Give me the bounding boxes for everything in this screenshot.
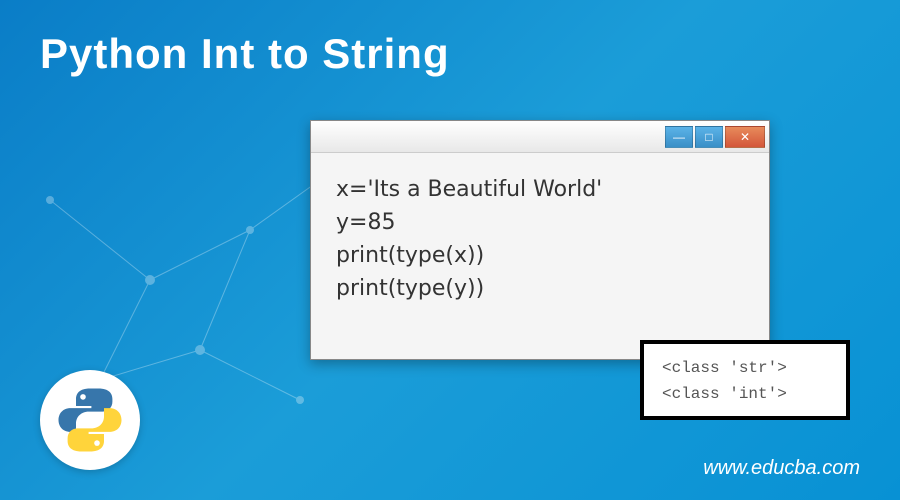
window-titlebar: — □ ✕ — [311, 121, 769, 153]
minimize-button[interactable]: — — [665, 126, 693, 148]
code-line: y=85 — [336, 206, 744, 239]
page-title: Python Int to String — [40, 30, 450, 78]
output-box: <class 'str'> <class 'int'> — [640, 340, 850, 420]
code-line: print(type(x)) — [336, 239, 744, 272]
output-line: <class 'str'> — [662, 356, 828, 382]
close-button[interactable]: ✕ — [725, 126, 765, 148]
code-line: x='Its a Beautiful World' — [336, 173, 744, 206]
code-line: print(type(y)) — [336, 272, 744, 305]
maximize-button[interactable]: □ — [695, 126, 723, 148]
footer-url: www.educba.com — [703, 457, 860, 480]
code-window: — □ ✕ x='Its a Beautiful World' y=85 pri… — [310, 120, 770, 360]
python-logo — [40, 370, 140, 470]
code-content: x='Its a Beautiful World' y=85 print(typ… — [311, 153, 769, 325]
python-icon — [55, 385, 125, 455]
output-line: <class 'int'> — [662, 382, 828, 408]
